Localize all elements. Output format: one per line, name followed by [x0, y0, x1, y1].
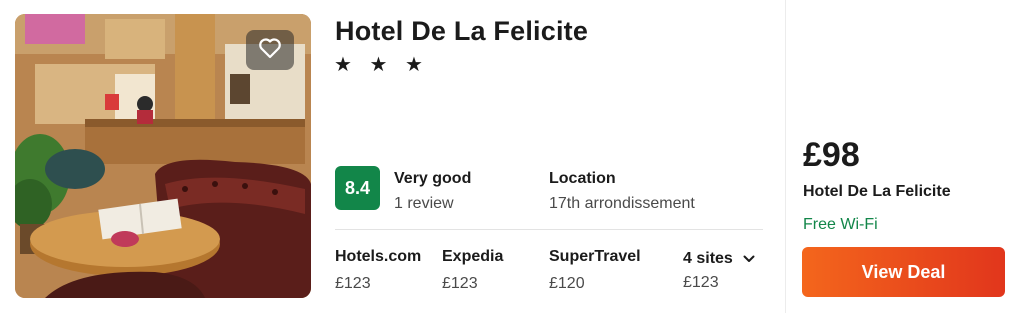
more-sites-price: £123: [683, 274, 719, 292]
location-value: 17th arrondissement: [549, 195, 695, 212]
location-label: Location: [549, 170, 616, 187]
heart-outline-icon: [258, 37, 282, 64]
star-rating: ★ ★ ★: [334, 54, 429, 76]
more-sites-dropdown[interactable]: 4 sites £123: [683, 250, 755, 292]
review-count: 1 review: [394, 195, 454, 212]
rating-label: Very good: [394, 170, 472, 187]
provider-supertravel[interactable]: SuperTravel £120: [549, 248, 641, 293]
chevron-down-icon: [743, 250, 755, 268]
hotel-result-card: Hotel De La Felicite ★ ★ ★ 8.4 Very good…: [0, 0, 1024, 313]
deal-provider: Hotel De La Felicite: [803, 183, 951, 200]
vertical-divider: [785, 0, 786, 313]
hotel-name[interactable]: Hotel De La Felicite: [335, 16, 588, 47]
provider-name: SuperTravel: [549, 248, 641, 265]
divider: [335, 229, 763, 230]
more-sites-label: 4 sites: [683, 250, 733, 268]
provider-name: Hotels.com: [335, 248, 422, 265]
deal-price: £98: [803, 136, 860, 174]
provider-price: £120: [549, 275, 585, 292]
rating-score-badge: 8.4: [335, 166, 380, 210]
provider-name: Expedia: [442, 248, 504, 265]
view-deal-button[interactable]: View Deal: [802, 247, 1005, 297]
provider-expedia[interactable]: Expedia £123: [442, 248, 503, 293]
provider-price: £123: [335, 275, 371, 292]
favorite-button[interactable]: [246, 30, 294, 70]
provider-hotels-com[interactable]: Hotels.com £123: [335, 248, 421, 293]
provider-price: £123: [442, 275, 478, 292]
amenity-label: Free Wi-Fi: [803, 216, 878, 233]
